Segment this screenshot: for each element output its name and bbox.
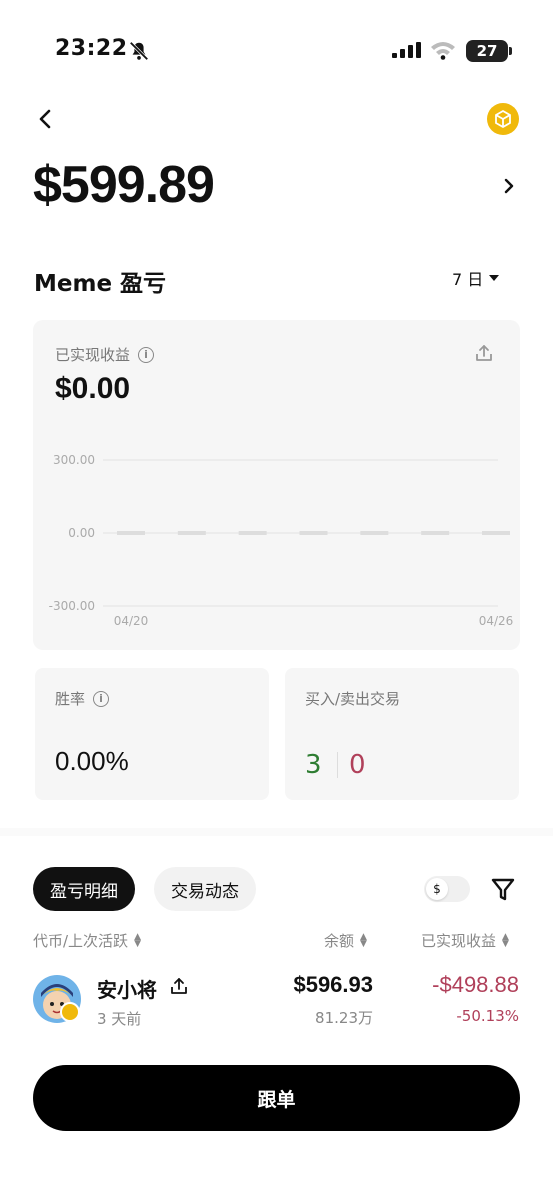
buy-sell-card: 买入/卖出交易 3 0 [285, 668, 519, 800]
caret-down-icon [489, 275, 500, 281]
win-rate-label-row: 胜率 i [55, 688, 110, 709]
bell-off-icon [129, 41, 149, 61]
tab-pnl-detail[interactable]: 盈亏明细 [33, 867, 135, 911]
section-divider [0, 828, 553, 836]
signal-icon [392, 42, 421, 58]
token-name: 安小将 [97, 978, 157, 1002]
tab-trade-activity[interactable]: 交易动态 [154, 867, 256, 911]
realized-pnl-card: 已实现收益 i $0.00 300.00 0.00 -300.00 04/20 04/2… [33, 320, 520, 650]
realized-label-row: 已实现收益 i [55, 344, 155, 365]
realized-pnl-percent: -50.13% [456, 1007, 519, 1025]
chain-badge-icon [60, 1002, 80, 1022]
column-header-balance[interactable]: 余额 ▲ ▼ [324, 930, 367, 951]
chart-bar-04/23[interactable] [299, 531, 328, 535]
copy-trade-button[interactable]: 跟单 [33, 1065, 520, 1131]
pnl-bar-chart: 300.00 0.00 -300.00 04/20 04/26 [49, 453, 514, 628]
currency-toggle[interactable]: $ [424, 876, 470, 902]
balance-usd: $596.93 [293, 972, 373, 997]
sell-count: 0 [349, 750, 366, 780]
back-chevron-icon[interactable] [34, 106, 58, 132]
column-header-token[interactable]: 代币/上次活跃 ▲ ▼ [33, 930, 141, 951]
chart-bar-04/20[interactable] [117, 531, 145, 535]
buy-sell-label: 买入/卖出交易 [305, 690, 401, 708]
win-rate-value: 0.00% [55, 746, 129, 776]
share-icon[interactable] [473, 342, 495, 364]
sort-icon: ▲ ▼ [502, 931, 509, 949]
battery-indicator: 27 [466, 40, 512, 62]
realized-label: 已实现收益 [55, 346, 131, 364]
divider [337, 752, 338, 778]
column-header-balance-label: 余额 [324, 932, 355, 950]
wifi-icon [431, 42, 455, 60]
buy-count: 3 [305, 750, 322, 780]
time-range-label: 7 日 [452, 270, 484, 289]
chart-bar-04/26[interactable] [482, 531, 510, 535]
chevron-right-icon[interactable] [500, 176, 518, 196]
chain-badge-icon[interactable] [487, 103, 519, 135]
chart-bar-04/22[interactable] [238, 531, 267, 535]
filter-icon[interactable] [490, 876, 516, 904]
sort-icon: ▲ ▼ [134, 931, 141, 949]
realized-value: $0.00 [55, 372, 131, 405]
chart-bar-04/25[interactable] [421, 531, 450, 535]
y-tick-label: -300.00 [49, 599, 95, 613]
total-balance: $599.89 [33, 156, 215, 214]
column-header-realized[interactable]: 已实现收益 ▲ ▼ [421, 930, 509, 951]
column-header-realized-label: 已实现收益 [421, 932, 497, 950]
cube-icon [495, 109, 511, 129]
currency-toggle-knob: $ [426, 878, 448, 900]
info-icon[interactable]: i [138, 346, 155, 363]
pnl-section-title: Meme 盈亏 [34, 271, 167, 297]
win-rate-label: 胜率 [55, 690, 86, 708]
chart-bar-04/24[interactable] [360, 531, 389, 535]
last-active-time: 3 天前 [97, 1010, 142, 1028]
column-header-token-label: 代币/上次活跃 [33, 932, 129, 950]
sort-icon: ▲ ▼ [360, 931, 367, 949]
y-tick-label: 0.00 [68, 526, 95, 540]
status-time: 23:22 [55, 36, 128, 61]
x-tick-label: 04/26 [479, 614, 514, 628]
realized-pnl-usd: -$498.88 [432, 972, 519, 997]
info-icon[interactable]: i [93, 690, 110, 707]
balance-amount: 81.23万 [315, 1009, 373, 1027]
x-tick-label: 04/20 [114, 614, 149, 628]
chart-bar-04/21[interactable] [177, 531, 206, 535]
win-rate-card: 胜率 i 0.00% [35, 668, 269, 800]
time-range-dropdown[interactable]: 7 日 [452, 266, 500, 290]
share-icon[interactable] [170, 976, 188, 996]
y-tick-label: 300.00 [53, 453, 95, 467]
